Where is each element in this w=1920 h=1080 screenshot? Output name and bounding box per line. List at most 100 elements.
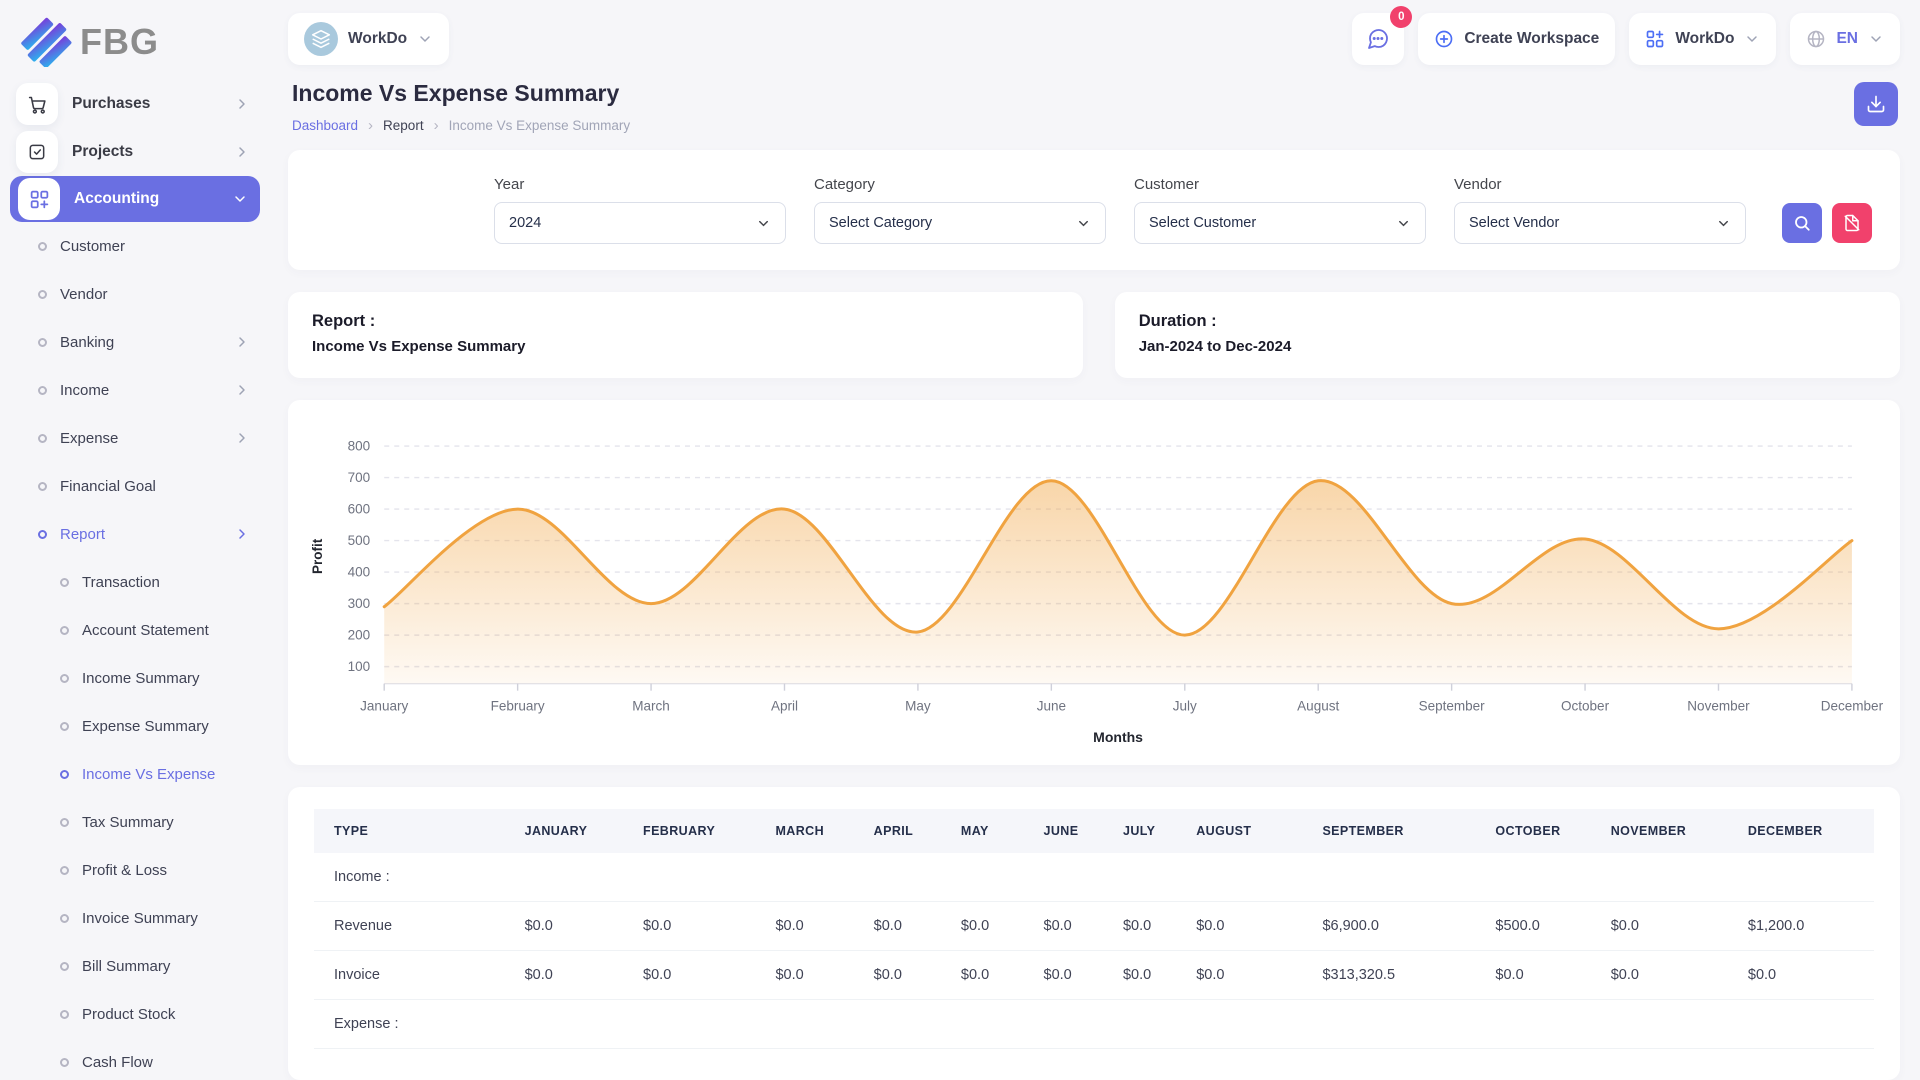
breadcrumb: Dashboard › Report › Income Vs Expense S…: [292, 117, 630, 134]
sidebar-item-label: Report: [60, 525, 106, 543]
sidebar-item-label: Income Summary: [82, 669, 200, 687]
apply-filter-button[interactable]: [1782, 203, 1822, 243]
sidebar-item-product-stock[interactable]: Product Stock: [0, 990, 270, 1038]
sidebar-item-income-vs-expense[interactable]: Income Vs Expense: [0, 750, 270, 798]
brand-logo[interactable]: FBG: [0, 0, 270, 80]
profit-chart-svg: 100 200 300 400 500 600 700 800 January February M…: [310, 439, 1884, 745]
breadcrumb-report[interactable]: Report: [383, 118, 424, 133]
app-menu-button[interactable]: WorkDo: [1629, 13, 1777, 65]
sidebar-item-projects[interactable]: Projects: [0, 128, 270, 176]
download-report-button[interactable]: [1854, 82, 1898, 126]
table-row-revenue: Revenue $0.0 $0.0 $0.0 $0.0 $0.0 $0.0 $0.0 $0.0 $…: [314, 901, 1874, 951]
vendor-select[interactable]: Select Vendor: [1454, 202, 1746, 244]
sidebar-item-income[interactable]: Income: [0, 366, 270, 414]
page-title: Income Vs Expense Summary: [292, 80, 620, 106]
breadcrumb-dashboard[interactable]: Dashboard: [292, 118, 358, 133]
bullet-icon: [60, 577, 69, 587]
sidebar-item-transaction[interactable]: Transaction: [0, 558, 270, 606]
svg-text:December: December: [1821, 699, 1884, 714]
clear-filter-icon: [1844, 214, 1860, 232]
chevron-right-icon: [234, 96, 250, 112]
cell-value: $0.0: [1602, 950, 1740, 1000]
brand-logo-text: FBG: [80, 21, 159, 62]
reset-filter-button[interactable]: [1832, 203, 1872, 243]
year-label: Year: [494, 176, 525, 193]
profit-chart-card: 100 200 300 400 500 600 700 800 January February M…: [288, 400, 1900, 765]
sidebar-item-label: Financial Goal: [60, 477, 156, 495]
sidebar-item-label: Transaction: [82, 573, 160, 591]
app-root: FBG Purchases Projects Accounting Customer V…: [0, 0, 1920, 1080]
language-selector[interactable]: EN: [1790, 13, 1900, 65]
cell-value: $0.0: [767, 950, 866, 1000]
grid-plus-icon: [30, 190, 48, 208]
messages-button[interactable]: 0: [1352, 6, 1413, 65]
sidebar-item-banking[interactable]: Banking: [0, 318, 270, 366]
sidebar-item-label: Product Stock: [82, 1005, 176, 1023]
bullet-icon: [60, 961, 69, 971]
sidebar-item-label: Purchases: [72, 95, 151, 112]
check-square-icon: [29, 144, 45, 160]
bullet-icon: [38, 529, 47, 539]
svg-text:October: October: [1561, 699, 1610, 714]
sidebar-item-bill-summary[interactable]: Bill Summary: [0, 942, 270, 990]
workspace-name: WorkDo: [348, 30, 408, 47]
customer-select-value: Select Customer: [1149, 215, 1257, 231]
svg-text:January: January: [360, 699, 408, 714]
sidebar-item-label: Vendor: [60, 285, 108, 303]
sidebar-item-report[interactable]: Report: [0, 510, 270, 558]
sidebar-item-profit-loss[interactable]: Profit & Loss: [0, 846, 270, 894]
vendor-label: Vendor: [1454, 176, 1502, 193]
sidebar-item-income-summary[interactable]: Income Summary: [0, 654, 270, 702]
cell-value: $0.0: [865, 901, 953, 951]
cell-value: $0.0: [1035, 950, 1115, 1000]
cell-value: $0.0: [952, 950, 1036, 1000]
vendor-select-value: Select Vendor: [1469, 215, 1560, 231]
customer-select[interactable]: Select Customer: [1134, 202, 1426, 244]
sidebar-item-financial-goal[interactable]: Financial Goal: [0, 462, 270, 510]
svg-text:300: 300: [348, 596, 371, 611]
chevron-right-icon: [234, 144, 250, 160]
brand-logo-icon: [21, 17, 72, 67]
filter-year: Year 2024: [494, 176, 786, 244]
cell-value: $0.0: [1188, 901, 1315, 951]
filter-panel: Year 2024 Category Select Category Custo…: [288, 150, 1900, 270]
sidebar-item-tax-summary[interactable]: Tax Summary: [0, 798, 270, 846]
create-workspace-label: Create Workspace: [1464, 30, 1600, 47]
svg-text:April: April: [771, 699, 798, 714]
bullet-icon: [38, 481, 47, 491]
filter-actions: [1782, 203, 1872, 243]
download-icon: [1867, 95, 1885, 113]
cart-icon: [28, 96, 46, 114]
report-label: Report :: [312, 312, 376, 330]
sidebar-item-cash-flow[interactable]: Cash Flow: [0, 1038, 270, 1080]
sidebar-item-expense[interactable]: Expense: [0, 414, 270, 462]
sidebar-item-invoice-summary[interactable]: Invoice Summary: [0, 894, 270, 942]
profit-chart: 100 200 300 400 500 600 700 800 January February M…: [302, 418, 1886, 759]
svg-text:August: August: [1297, 699, 1339, 714]
year-select-value: 2024: [509, 215, 542, 231]
bullet-icon: [60, 769, 69, 779]
sidebar-item-accounting[interactable]: Accounting: [10, 176, 260, 222]
sidebar-item-label: Invoice Summary: [82, 909, 198, 927]
create-workspace-button[interactable]: Create Workspace: [1418, 13, 1616, 65]
year-select[interactable]: 2024: [494, 202, 786, 244]
chevron-down-icon: [1076, 216, 1091, 231]
cart-icon-box: [16, 83, 58, 125]
svg-text:600: 600: [348, 502, 371, 517]
workspace-switcher[interactable]: WorkDo: [288, 13, 450, 65]
cell-value: $0.0: [635, 950, 768, 1000]
chevron-right-icon: [234, 334, 250, 350]
sidebar-item-customer[interactable]: Customer: [0, 222, 270, 270]
page-header: Income Vs Expense Summary Dashboard › Re…: [288, 66, 1900, 134]
category-select[interactable]: Select Category: [814, 202, 1106, 244]
breadcrumb-current: Income Vs Expense Summary: [448, 118, 631, 133]
sidebar-item-expense-summary[interactable]: Expense Summary: [0, 702, 270, 750]
sidebar-item-label: Projects: [72, 143, 134, 160]
sidebar-item-vendor[interactable]: Vendor: [0, 270, 270, 318]
cell-value: $0.0: [1035, 901, 1115, 951]
sidebar-item-label: Account Statement: [82, 621, 209, 639]
sidebar-item-account-statement[interactable]: Account Statement: [0, 606, 270, 654]
cell-value: $313,320.5: [1314, 950, 1488, 1000]
sidebar-item-purchases[interactable]: Purchases: [0, 80, 270, 128]
column-header-april: APRIL: [865, 808, 953, 853]
